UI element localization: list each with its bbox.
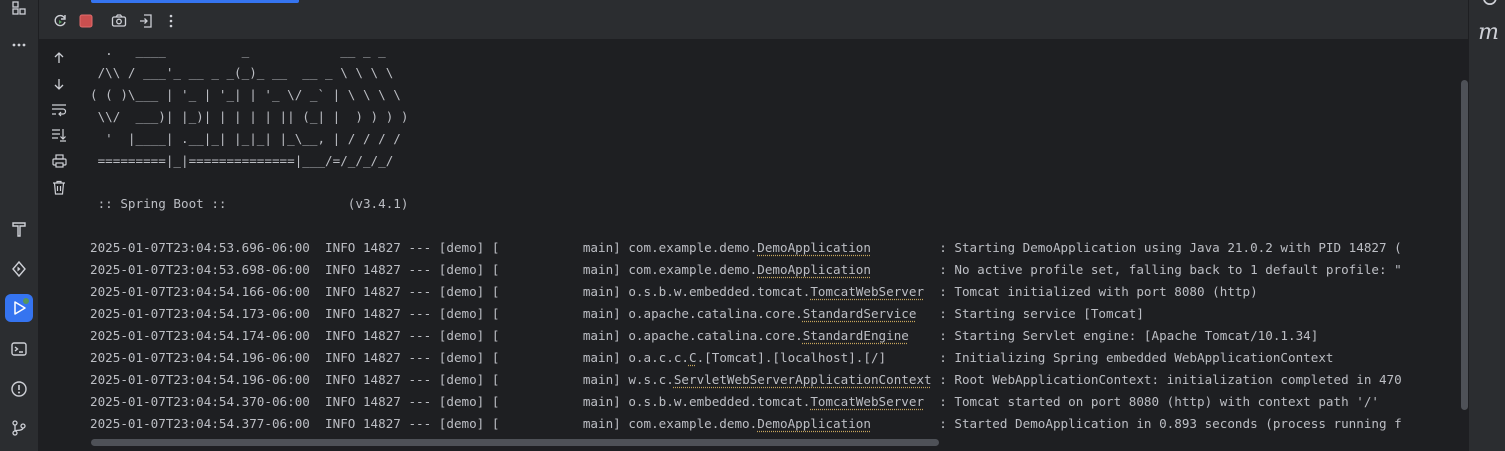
more-vert-icon[interactable] xyxy=(160,10,182,32)
log-line: 2025-01-07T23:04:54.377-06:00 INFO 14827… xyxy=(90,413,1402,435)
log-class-link[interactable]: DemoApplication xyxy=(757,262,871,277)
log-line: 2025-01-07T23:04:54.166-06:00 INFO 14827… xyxy=(90,281,1258,303)
log-pad xyxy=(871,240,939,255)
log-class-link[interactable]: DemoApplication xyxy=(757,416,871,431)
log-class-link[interactable]: ServletWebServerApplicationContext xyxy=(674,372,932,387)
log-prefix: 2025-01-07T23:04:54.173-06:00 INFO 14827… xyxy=(90,306,803,321)
log-class-link[interactable]: C xyxy=(689,350,697,365)
log-pad xyxy=(916,306,939,321)
down-arrow-icon[interactable] xyxy=(48,73,70,95)
running-indicator xyxy=(23,298,29,304)
log-pad xyxy=(924,394,939,409)
run-toolbar xyxy=(39,0,1469,40)
log-message: : Starting service [Tomcat] xyxy=(939,306,1144,321)
exit-icon[interactable] xyxy=(135,10,157,32)
log-prefix: 2025-01-07T23:04:54.377-06:00 INFO 14827… xyxy=(90,416,758,431)
log-pad xyxy=(909,328,939,343)
structure-icon[interactable] xyxy=(5,0,33,22)
log-prefix: 2025-01-07T23:04:54.196-06:00 INFO 14827… xyxy=(90,350,689,365)
log-message: : Starting DemoApplication using Java 21… xyxy=(939,240,1402,255)
active-tab-indicator xyxy=(91,0,299,3)
trash-icon[interactable] xyxy=(48,176,70,198)
scroll-to-end-icon[interactable] xyxy=(48,124,70,146)
log-class-link[interactable]: TomcatWebServer xyxy=(810,394,924,409)
terminal-icon[interactable] xyxy=(5,335,33,363)
banner-line: . ____ _ __ _ _ xyxy=(90,43,386,58)
log-line: 2025-01-07T23:04:54.174-06:00 INFO 14827… xyxy=(90,325,1318,347)
problems-icon[interactable] xyxy=(5,375,33,403)
log-pad xyxy=(871,262,939,277)
more-icon[interactable] xyxy=(5,31,33,59)
log-prefix: 2025-01-07T23:04:54.370-06:00 INFO 14827… xyxy=(90,394,811,409)
log-pad: .[Tomcat].[localhost].[/] xyxy=(696,350,940,365)
log-prefix: 2025-01-07T23:04:53.696-06:00 INFO 14827… xyxy=(90,240,758,255)
stop-icon[interactable] xyxy=(75,10,97,32)
log-class-link[interactable]: StandardEngine xyxy=(803,328,909,343)
print-icon[interactable] xyxy=(48,150,70,172)
log-line: 2025-01-07T23:04:54.173-06:00 INFO 14827… xyxy=(90,303,1144,325)
log-line: 2025-01-07T23:04:54.196-06:00 INFO 14827… xyxy=(90,347,1334,369)
run-icon[interactable] xyxy=(5,294,33,322)
notifications-icon[interactable]: ⊝ xyxy=(1481,0,1499,11)
console-output[interactable]: . ____ _ __ _ _ /\\ / ___'_ __ _ _(_)_ _… xyxy=(80,40,1469,451)
log-pad xyxy=(924,284,939,299)
banner-line: =========|_|==============|___/=/_/_/_/ xyxy=(90,153,394,168)
log-line: 2025-01-07T23:04:54.370-06:00 INFO 14827… xyxy=(90,391,1379,413)
build-icon[interactable] xyxy=(5,215,33,243)
log-prefix: 2025-01-07T23:04:54.196-06:00 INFO 14827… xyxy=(90,372,674,387)
right-tool-strip: ⊝ m xyxy=(1468,0,1505,451)
log-prefix: 2025-01-07T23:04:53.698-06:00 INFO 14827… xyxy=(90,262,758,277)
git-icon[interactable] xyxy=(5,414,33,442)
soft-wrap-icon[interactable] xyxy=(48,99,70,121)
log-message: : Tomcat started on port 8080 (http) wit… xyxy=(939,394,1379,409)
log-line: 2025-01-07T23:04:53.696-06:00 INFO 14827… xyxy=(90,237,1402,259)
right-strip-glyph[interactable]: m xyxy=(1478,20,1499,45)
log-pad xyxy=(871,416,939,431)
log-message: : No active profile set, falling back to… xyxy=(939,262,1402,277)
left-tool-strip xyxy=(0,0,39,451)
log-prefix: 2025-01-07T23:04:54.166-06:00 INFO 14827… xyxy=(90,284,811,299)
log-message: : Started DemoApplication in 0.893 secon… xyxy=(939,416,1402,431)
banner-line: ( ( )\___ | '_ | '_| | '_ \/ _` | \ \ \ … xyxy=(90,87,401,102)
horizontal-scrollbar[interactable] xyxy=(91,439,939,446)
log-class-link[interactable]: DemoApplication xyxy=(757,240,871,255)
log-message: : Starting Servlet engine: [Apache Tomca… xyxy=(939,328,1319,343)
camera-icon[interactable] xyxy=(108,10,130,32)
console-side-tools xyxy=(39,40,79,451)
rerun-icon[interactable] xyxy=(49,10,71,32)
log-line: 2025-01-07T23:04:53.698-06:00 INFO 14827… xyxy=(90,259,1402,281)
banner-line: /\\ / ___'_ __ _ _(_)_ __ __ _ \ \ \ \ xyxy=(90,65,394,80)
log-message: : Initializing Spring embedded WebApplic… xyxy=(939,350,1334,365)
log-class-link[interactable]: StandardService xyxy=(803,306,917,321)
up-arrow-icon[interactable] xyxy=(48,47,70,69)
log-class-link[interactable]: TomcatWebServer xyxy=(810,284,924,299)
services-icon[interactable] xyxy=(5,255,33,283)
log-message: : Tomcat initialized with port 8080 (htt… xyxy=(939,284,1258,299)
log-message: : Root WebApplicationContext: initializa… xyxy=(939,372,1402,387)
banner-line: ' |____| .__|_| |_|_| |_\__, | / / / / xyxy=(90,131,401,146)
banner-line: \\/ ___)| |_)| | | | | || (_| | ) ) ) ) xyxy=(90,109,409,124)
log-line: 2025-01-07T23:04:54.196-06:00 INFO 14827… xyxy=(90,369,1402,391)
log-prefix: 2025-01-07T23:04:54.174-06:00 INFO 14827… xyxy=(90,328,803,343)
vertical-scrollbar[interactable] xyxy=(1461,80,1468,410)
spring-boot-version-line: :: Spring Boot :: (v3.4.1) xyxy=(90,196,409,211)
